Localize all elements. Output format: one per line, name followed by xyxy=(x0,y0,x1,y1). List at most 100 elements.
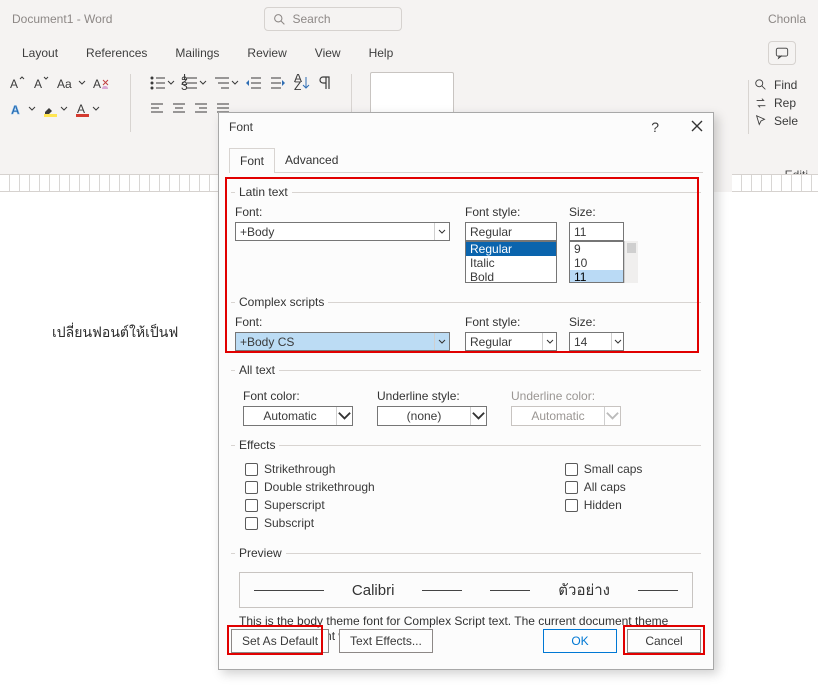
checkbox-hidden[interactable]: Hidden xyxy=(565,498,643,512)
complex-size-input[interactable] xyxy=(570,333,611,350)
list-item[interactable]: 9 xyxy=(570,242,623,256)
tab-layout[interactable]: Layout xyxy=(22,46,58,60)
horizontal-ruler[interactable] xyxy=(0,174,220,192)
chevron-down-icon[interactable] xyxy=(434,333,449,350)
list-item[interactable]: Regular xyxy=(466,242,556,256)
latin-size-input[interactable] xyxy=(570,223,623,240)
separator xyxy=(748,80,749,134)
latin-style-listbox[interactable]: Regular Italic Bold xyxy=(465,241,557,283)
complex-style-input[interactable] xyxy=(466,333,542,350)
dialog-title: Font xyxy=(229,120,253,134)
highlight-icon[interactable] xyxy=(42,100,68,118)
preview-legend: Preview xyxy=(235,546,286,560)
text-effects-icon[interactable]: A xyxy=(8,99,36,119)
complex-font-input[interactable] xyxy=(236,333,434,350)
complex-font-combo[interactable] xyxy=(235,332,450,351)
horizontal-ruler-right[interactable] xyxy=(732,174,818,192)
list-item[interactable]: Italic xyxy=(466,256,556,270)
svg-text:A: A xyxy=(77,102,85,116)
decrease-indent-icon[interactable] xyxy=(245,74,263,92)
shrink-font-icon[interactable]: A xyxy=(32,74,50,92)
chevron-down-icon[interactable] xyxy=(470,407,486,425)
help-icon[interactable]: ? xyxy=(651,119,659,135)
checkbox-subscript[interactable]: Subscript xyxy=(245,516,375,530)
latin-style-input[interactable] xyxy=(466,223,556,240)
complex-legend: Complex scripts xyxy=(235,295,328,309)
set-as-default-button[interactable]: Set As Default xyxy=(231,629,329,653)
checkbox-small-caps[interactable]: Small caps xyxy=(565,462,643,476)
svg-text:Z: Z xyxy=(294,79,301,92)
complex-font-label: Font: xyxy=(235,315,455,329)
close-icon[interactable] xyxy=(691,120,703,135)
ok-button[interactable]: OK xyxy=(543,629,617,653)
list-item[interactable]: 10 xyxy=(570,256,623,270)
tab-font[interactable]: Font xyxy=(229,148,275,173)
text-effects-button[interactable]: Text Effects... xyxy=(339,629,433,653)
show-marks-icon[interactable] xyxy=(317,74,333,92)
ribbon-tabs: Layout References Mailings Review View H… xyxy=(0,38,818,68)
font-color-icon[interactable]: A xyxy=(74,100,100,118)
checkbox-superscript[interactable]: Superscript xyxy=(245,498,375,512)
complex-size-combo[interactable] xyxy=(569,332,624,351)
align-left-icon[interactable] xyxy=(149,101,165,117)
find-button[interactable]: Find xyxy=(754,78,814,92)
cancel-button[interactable]: Cancel xyxy=(627,629,701,653)
search-box[interactable]: Search xyxy=(264,7,401,31)
user-name: Chonla xyxy=(768,12,806,26)
chevron-down-icon[interactable] xyxy=(611,333,623,350)
tab-review[interactable]: Review xyxy=(247,46,286,60)
list-item[interactable]: 11 xyxy=(570,270,623,283)
complex-style-label: Font style: xyxy=(465,315,559,329)
tab-help[interactable]: Help xyxy=(369,46,394,60)
change-case-icon[interactable]: Aa xyxy=(56,74,86,92)
grow-font-icon[interactable]: A xyxy=(8,74,26,92)
tab-mailings[interactable]: Mailings xyxy=(175,46,219,60)
preview-thai: ตัวอย่าง xyxy=(558,578,610,602)
latin-font-combo[interactable] xyxy=(235,222,450,241)
svg-text:3: 3 xyxy=(181,79,188,92)
window-title: Document1 - Word xyxy=(12,12,112,26)
clear-formatting-icon[interactable]: A xyxy=(92,74,112,92)
checkbox-strikethrough[interactable]: Strikethrough xyxy=(245,462,375,476)
latin-legend: Latin text xyxy=(235,185,292,199)
multilevel-list-icon[interactable] xyxy=(213,74,239,92)
complex-style-combo[interactable] xyxy=(465,332,557,351)
checkbox-double-strikethrough[interactable]: Double strikethrough xyxy=(245,480,375,494)
scrollbar[interactable] xyxy=(624,241,638,283)
tab-view[interactable]: View xyxy=(315,46,341,60)
latin-font-input[interactable] xyxy=(236,223,434,240)
bullets-icon[interactable] xyxy=(149,74,175,92)
align-center-icon[interactable] xyxy=(171,101,187,117)
alltext-legend: All text xyxy=(235,363,279,377)
underline-style-label: Underline style: xyxy=(377,389,487,403)
preview-line xyxy=(254,590,324,591)
fontcolor-combo[interactable]: Automatic xyxy=(243,406,353,426)
chevron-down-icon[interactable] xyxy=(336,407,352,425)
list-item[interactable]: Bold xyxy=(466,270,556,283)
increase-indent-icon[interactable] xyxy=(269,74,287,92)
complex-size-label: Size: xyxy=(569,315,641,329)
select-button[interactable]: Sele xyxy=(754,114,814,128)
latin-style-input-wrap[interactable] xyxy=(465,222,557,241)
tab-references[interactable]: References xyxy=(86,46,147,60)
svg-text:A: A xyxy=(11,103,20,117)
latin-size-label: Size: xyxy=(569,205,641,219)
font-group: A A Aa A A A xyxy=(8,72,112,120)
document-body-text: เปลี่ยนฟอนต์ให้เป็นฟ xyxy=(52,322,178,344)
replace-button[interactable]: Rep xyxy=(754,96,814,110)
underline-style-combo[interactable]: (none) xyxy=(377,406,487,426)
align-right-icon[interactable] xyxy=(193,101,209,117)
latin-size-input-wrap[interactable] xyxy=(569,222,624,241)
sort-icon[interactable]: AZ xyxy=(293,74,311,92)
numbering-icon[interactable]: 123 xyxy=(181,74,207,92)
comments-button[interactable] xyxy=(768,41,796,65)
chevron-down-icon[interactable] xyxy=(542,333,556,350)
latin-size-listbox[interactable]: 9 10 11 xyxy=(569,241,624,283)
tab-advanced[interactable]: Advanced xyxy=(275,148,348,172)
preview-box: Calibri ตัวอย่าง xyxy=(239,572,693,608)
checkbox-all-caps[interactable]: All caps xyxy=(565,480,643,494)
latin-text-group: Latin text Font: Font style: Regular xyxy=(231,185,701,287)
fontcolor-label: Font color: xyxy=(243,389,353,403)
chevron-down-icon[interactable] xyxy=(434,223,449,240)
font-dialog: Font ? Font Advanced Latin text Font: xyxy=(218,112,714,670)
